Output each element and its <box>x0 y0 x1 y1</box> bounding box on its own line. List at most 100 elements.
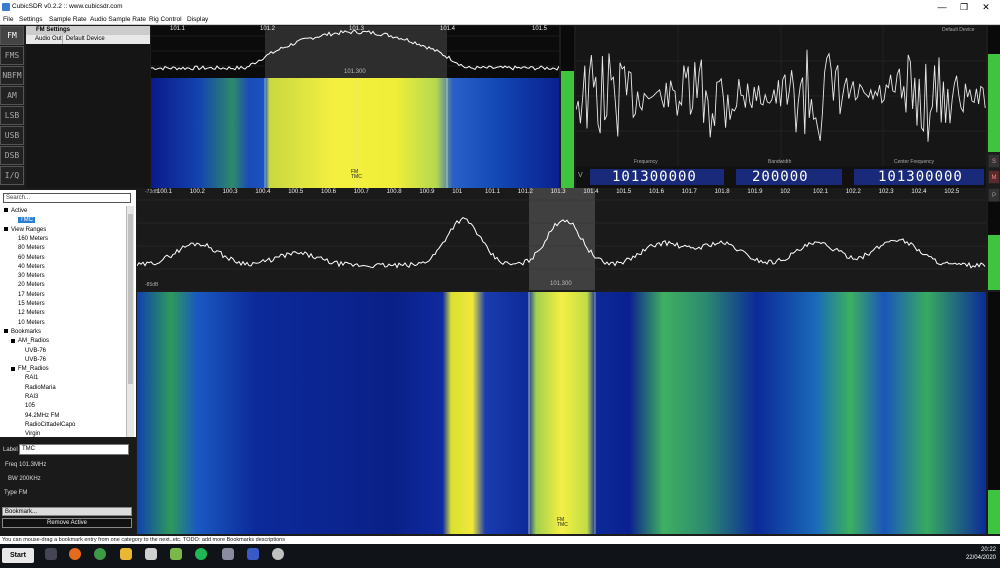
mode-usb-button[interactable]: USB <box>0 126 24 145</box>
scope-mode-label[interactable]: Default Device <box>942 27 975 33</box>
tree-item[interactable]: 10 Meters <box>18 320 45 326</box>
scope-gain-meter[interactable] <box>988 26 1000 152</box>
menu-audio-sample-rate[interactable]: Audio Sample Rate <box>90 16 146 23</box>
tree-item[interactable]: 160 Meters <box>18 236 48 242</box>
tree-item[interactable]: RAI1 <box>25 375 38 381</box>
tree-item-label: RadioCittadelCapo <box>25 421 76 428</box>
mode-fms-button[interactable]: FMS <box>0 46 24 65</box>
document-icon[interactable] <box>145 548 157 560</box>
maximize-button[interactable]: ❐ <box>954 1 974 13</box>
top-tick-label: 101.5 <box>532 26 548 32</box>
taskbar-clock[interactable]: 20:22 22/04/2020 <box>960 546 996 562</box>
remove-active-button[interactable]: Remove Active <box>2 518 132 528</box>
tree-item[interactable]: RAI3 <box>25 394 38 400</box>
tree-item[interactable]: 80 Meters <box>18 245 45 251</box>
main-spectrum[interactable]: -73dB -85dB 100.1 100.2 100.3 100.4 100.5 100… <box>137 188 986 290</box>
tree-item-label: TMC <box>18 217 35 224</box>
audio-level-meter[interactable] <box>561 26 574 188</box>
bandwidth-value[interactable]: 200000 <box>752 169 809 185</box>
menu-sample-rate[interactable]: Sample Rate <box>49 16 87 23</box>
tree-item[interactable]: View Ranges <box>4 227 46 233</box>
menu-file[interactable]: File <box>3 16 13 23</box>
center-frequency-value[interactable]: 101300000 <box>878 169 963 185</box>
tree-item[interactable]: 12 Meters <box>18 310 45 316</box>
clock-time: 20:22 <box>980 547 996 553</box>
tree-item-label: 60 Meters <box>18 254 45 261</box>
tree-item[interactable]: 40 Meters <box>18 264 45 270</box>
scope-panel[interactable]: Default Device <box>576 26 986 166</box>
main-waterfall[interactable]: FM TMC <box>137 292 986 534</box>
tree-item[interactable]: 20 Meters <box>18 282 45 288</box>
top-spectrum[interactable]: 101.1 101.2 101.3 101.4 101.5 101.300 <box>151 26 559 78</box>
tree-expander-icon[interactable] <box>11 366 15 371</box>
main-tick-label: 102.1 <box>813 189 829 195</box>
tree-item[interactable]: 15 Meters <box>18 301 45 307</box>
waterfall-speed-meter[interactable] <box>988 292 1000 534</box>
tree-item[interactable]: RadioCittadelCapo <box>25 422 75 428</box>
cubicsdr-taskbar-icon[interactable] <box>247 548 259 560</box>
tree-item[interactable]: UVB-76 <box>25 348 46 354</box>
menu-bar: File Settings Sample Rate Audio Sample R… <box>0 15 1000 25</box>
tree-item[interactable]: UVB-76 <box>25 357 46 363</box>
mode-lsb-button[interactable]: LSB <box>0 106 24 125</box>
peak-hold-button[interactable]: P <box>988 188 1000 202</box>
mode-iq-button[interactable]: I/Q <box>0 166 24 185</box>
audio-out-value[interactable]: Default Device <box>61 35 105 44</box>
bookmark-select[interactable]: Bookmark... <box>2 507 132 516</box>
tree-item[interactable]: 60 Meters <box>18 255 45 261</box>
minimize-button[interactable]: — <box>932 1 952 13</box>
computer-icon[interactable] <box>222 548 234 560</box>
tree-item[interactable]: TMC <box>18 217 35 224</box>
solo-button[interactable]: S <box>988 154 1000 168</box>
mode-nbfm-button[interactable]: NBFM <box>0 66 24 85</box>
menu-settings[interactable]: Settings <box>19 16 43 23</box>
chrome-icon[interactable] <box>94 548 106 560</box>
top-tick-label: 101.4 <box>440 26 456 32</box>
tree-item[interactable]: Active <box>4 208 27 214</box>
menu-display[interactable]: Display <box>187 16 208 23</box>
tree-item[interactable]: 30 Meters <box>18 273 45 279</box>
image-viewer-icon[interactable] <box>170 548 182 560</box>
mode-am-button[interactable]: AM <box>0 86 24 105</box>
frequency-value[interactable]: 101300000 <box>612 169 697 185</box>
firefox-icon[interactable] <box>69 548 81 560</box>
bookmark-tree-scrollbar[interactable] <box>126 206 134 437</box>
audio-out-row[interactable]: Audio Out Default Device <box>26 35 150 44</box>
menu-rig-control[interactable]: Rig Control <box>149 16 182 23</box>
scrollbar-thumb[interactable] <box>128 214 133 384</box>
tree-expander-icon[interactable] <box>4 227 8 232</box>
main-tick-label: 101.5 <box>616 189 632 195</box>
file-explorer-icon[interactable] <box>120 548 132 560</box>
tree-item-label: UVB-76 <box>25 356 47 363</box>
bookmark-search-input[interactable]: Search... <box>3 193 131 203</box>
globe-icon[interactable] <box>272 548 284 560</box>
tree-expander-icon[interactable] <box>4 208 8 213</box>
tree-item[interactable]: 17 Meters <box>18 292 45 298</box>
spotify-icon[interactable] <box>195 548 207 560</box>
search-icon[interactable] <box>45 548 57 560</box>
spectrum-gain-meter[interactable] <box>988 202 1000 290</box>
mode-dsb-button[interactable]: DSB <box>0 146 24 165</box>
tree-item[interactable]: AM_Radios <box>11 338 49 344</box>
top-waterfall[interactable]: FM TMC <box>151 78 559 188</box>
tree-item-label: 105 <box>25 403 36 410</box>
tree-item[interactable]: FM_Radios <box>11 366 49 372</box>
tree-expander-icon[interactable] <box>11 338 15 343</box>
start-button[interactable]: Start <box>2 548 34 563</box>
close-button[interactable]: ✕ <box>976 1 996 13</box>
main-tick-label: 100.7 <box>353 189 369 195</box>
tree-expander-icon[interactable] <box>4 329 8 334</box>
main-tick-label: 100.5 <box>288 189 304 195</box>
tree-item[interactable]: Bookmarks <box>4 329 41 335</box>
main-tick-label: 101.3 <box>550 189 566 195</box>
tree-item-label: RAI1 <box>25 375 39 382</box>
main-tick-label: 100.6 <box>321 189 337 195</box>
bookmark-tree[interactable]: Active TMC View Ranges 160 Meters 80 Meters 6… <box>0 205 125 437</box>
bookmark-label-input[interactable]: TMC <box>19 444 129 455</box>
tree-item[interactable]: RadioMaria <box>25 385 56 391</box>
tree-item-label: Bookmarks <box>11 328 42 335</box>
tree-item[interactable]: 94.2MHz FM <box>25 413 59 419</box>
mode-fm-button[interactable]: FM <box>0 26 24 45</box>
tree-item[interactable]: 105 <box>25 403 35 409</box>
mute-button[interactable]: M <box>988 170 1000 184</box>
